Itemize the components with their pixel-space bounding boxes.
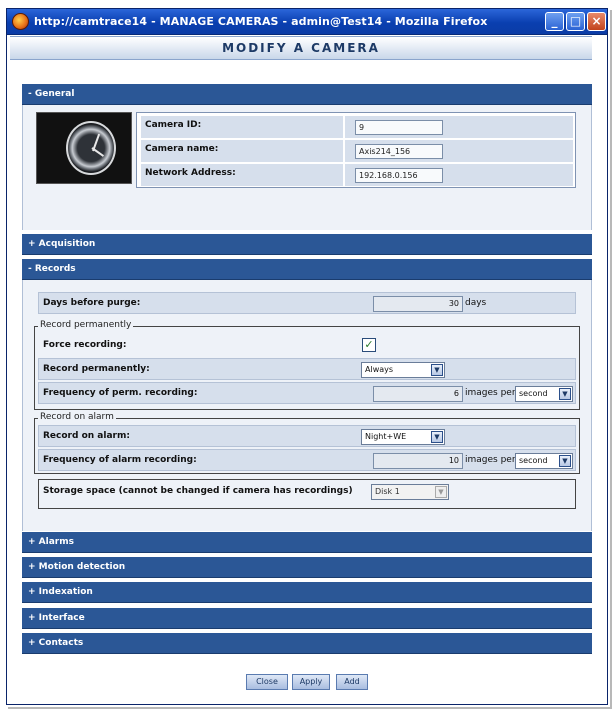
clock-image: [66, 121, 116, 175]
freq-alarm-row: Frequency of alarm recording: 10 images …: [38, 449, 576, 471]
window-title: http://camtrace14 - MANAGE CAMERAS - adm…: [34, 15, 488, 28]
chevron-down-icon: ▼: [559, 455, 571, 467]
network-address-label: Network Address:: [141, 164, 343, 186]
network-address-field[interactable]: 192.168.0.156: [355, 168, 443, 183]
section-acquisition[interactable]: + Acquisition: [22, 234, 592, 255]
record-on-alarm-value: Night+WE: [365, 432, 407, 441]
record-on-alarm-select[interactable]: Night+WE ▼: [361, 429, 445, 445]
section-motion-detection[interactable]: + Motion detection: [22, 557, 592, 578]
force-recording-label: Force recording:: [43, 340, 127, 350]
freq-alarm-period-select[interactable]: second ▼: [515, 453, 573, 469]
record-permanently-value: Always: [365, 365, 394, 374]
days-before-purge-row: Days before purge: 30 days: [38, 292, 576, 314]
freq-alarm-field[interactable]: 10: [373, 453, 463, 469]
close-window-button[interactable]: ×: [587, 12, 606, 31]
firefox-icon: [12, 13, 29, 30]
freq-alarm-period-value: second: [519, 456, 548, 465]
record-permanently-select[interactable]: Always ▼: [361, 362, 445, 378]
days-before-purge-field[interactable]: 30: [373, 296, 463, 312]
section-contacts[interactable]: + Contacts: [22, 633, 592, 654]
camera-id-row: Camera ID: 9: [139, 116, 573, 138]
close-button[interactable]: Close: [246, 674, 288, 690]
minimize-button[interactable]: _: [545, 12, 564, 31]
page-title: MODIFY A CAMERA: [10, 36, 592, 60]
freq-alarm-unit: images per: [465, 455, 516, 465]
camera-id-field[interactable]: 9: [355, 120, 443, 135]
freq-perm-field[interactable]: 6: [373, 386, 463, 402]
record-permanently-label: Record permanently:: [43, 364, 150, 374]
section-general[interactable]: - General: [22, 84, 592, 105]
section-records[interactable]: - Records: [22, 259, 592, 280]
force-recording-row: Force recording: ✓: [38, 334, 576, 356]
freq-alarm-label: Frequency of alarm recording:: [43, 455, 197, 465]
force-recording-checkbox[interactable]: ✓: [362, 338, 376, 352]
general-table: Camera ID: 9 Camera name: Axis214_156 Ne…: [136, 112, 576, 188]
days-before-purge-label: Days before purge:: [43, 298, 141, 308]
camera-name-field[interactable]: Axis214_156: [355, 144, 443, 159]
record-on-alarm-row: Record on alarm: Night+WE ▼: [38, 425, 576, 447]
apply-button[interactable]: Apply: [292, 674, 330, 690]
record-permanently-row: Record permanently: Always ▼: [38, 358, 576, 380]
network-address-row: Network Address: 192.168.0.156: [139, 164, 573, 186]
storage-value: Disk 1: [375, 487, 400, 496]
freq-perm-row: Frequency of perm. recording: 6 images p…: [38, 382, 576, 404]
camera-id-label: Camera ID:: [141, 116, 343, 138]
freq-perm-label: Frequency of perm. recording:: [43, 388, 198, 398]
maximize-button[interactable]: □: [566, 12, 585, 31]
record-permanently-legend: Record permanently: [38, 320, 134, 330]
storage-row: Storage space (cannot be changed if came…: [38, 479, 576, 509]
section-alarms[interactable]: + Alarms: [22, 532, 592, 553]
freq-perm-unit: images per: [465, 388, 516, 398]
chevron-down-icon: ▼: [435, 486, 447, 498]
freq-perm-period-select[interactable]: second ▼: [515, 386, 573, 402]
record-on-alarm-label: Record on alarm:: [43, 431, 130, 441]
section-indexation[interactable]: + Indexation: [22, 582, 592, 603]
chevron-down-icon: ▼: [431, 431, 443, 443]
storage-label: Storage space (cannot be changed if came…: [43, 486, 353, 496]
storage-select: Disk 1 ▼: [371, 484, 449, 500]
title-bar[interactable]: http://camtrace14 - MANAGE CAMERAS - adm…: [7, 9, 607, 35]
add-button[interactable]: Add: [336, 674, 368, 690]
freq-perm-period-value: second: [519, 389, 548, 398]
camera-name-label: Camera name:: [141, 140, 343, 162]
chevron-down-icon: ▼: [431, 364, 443, 376]
section-interface[interactable]: + Interface: [22, 608, 592, 629]
chevron-down-icon: ▼: [559, 388, 571, 400]
camera-snapshot: [36, 112, 132, 184]
camera-name-row: Camera name: Axis214_156: [139, 140, 573, 162]
record-on-alarm-legend: Record on alarm: [38, 412, 116, 422]
days-unit: days: [465, 298, 487, 308]
